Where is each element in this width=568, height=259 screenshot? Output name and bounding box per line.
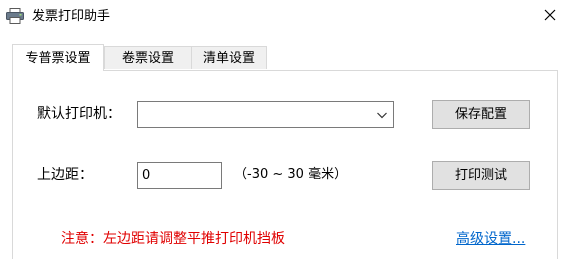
tab-list[interactable]: 清单设置 [191,46,267,69]
app-window: 发票打印助手 专普票设置 卷票设置 清单设置 默认打印机： 保存配置 上边距： … [0,0,568,259]
close-button[interactable] [532,0,568,34]
default-printer-label: 默认打印机： [37,106,121,122]
chevron-down-icon [376,109,388,119]
notice-text: 注意：左边距请调整平推打印机挡板 [61,231,285,247]
close-icon [544,9,556,25]
window-title: 发票打印助手 [32,9,111,24]
tab-standard-invoice[interactable]: 专普票设置 [12,44,104,71]
margin-range-hint: （-30 ~ 30 毫米） [234,167,348,182]
advanced-settings-link[interactable]: 高级设置... [456,230,525,248]
printer-icon [6,8,24,24]
title-bar[interactable]: 发票打印助手 [0,0,568,34]
top-margin-input[interactable] [137,162,222,189]
top-margin-label: 上边距： [37,167,93,183]
print-test-button[interactable]: 打印测试 [432,161,530,190]
tab-roll-invoice[interactable]: 卷票设置 [104,46,192,69]
default-printer-select[interactable] [137,101,394,128]
save-config-button[interactable]: 保存配置 [432,100,530,129]
